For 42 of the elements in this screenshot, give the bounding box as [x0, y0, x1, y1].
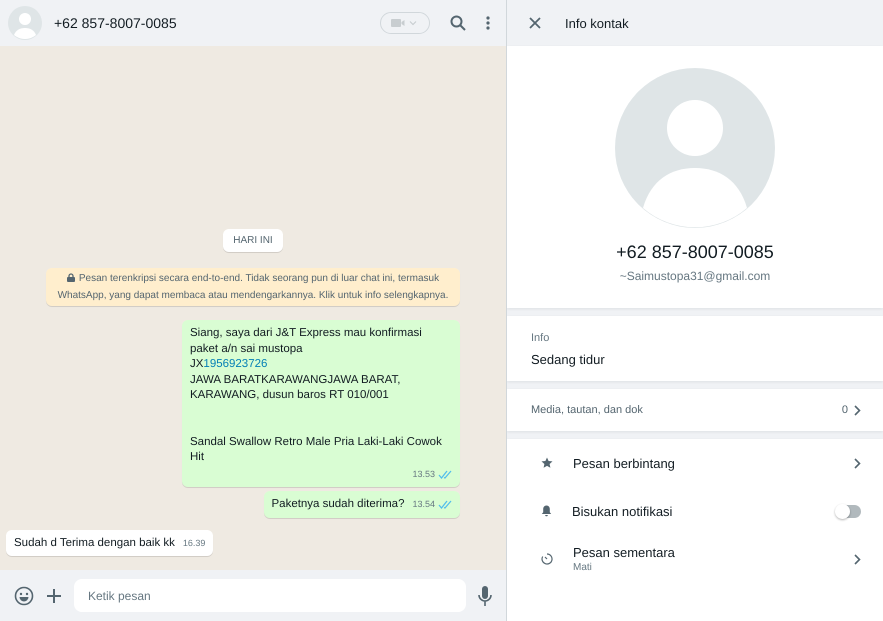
date-label: HARI INI [223, 229, 283, 252]
toggle-switch[interactable] [837, 504, 861, 518]
tracking-link[interactable]: 1956923726 [203, 358, 268, 370]
message-text: Siang, saya dari J&T Express mau konfirmasi paket a/n sai mustopa [190, 326, 423, 356]
video-camera-icon [391, 18, 419, 28]
panel-title: Info kontak [565, 16, 629, 30]
push-name: ~Saimustopa31@gmail.com [620, 269, 770, 283]
chevron-right-icon [854, 458, 861, 468]
chevron-right-icon [854, 554, 861, 564]
menu-item[interactable]: Pesan sementara [573, 545, 834, 560]
about-text: Sedang tidur [531, 352, 606, 367]
emoji-icon[interactable] [14, 586, 34, 606]
message-text: Paketnya sudah diterima? [272, 497, 404, 512]
message-time: 16.39 [182, 536, 206, 550]
message-time: 13.53 [412, 468, 435, 480]
microphone-icon[interactable] [478, 586, 492, 606]
message-text: Sandal Swallow Retro Male Pria Laki-Laki Cowok Hit [190, 434, 443, 465]
message-input[interactable]: Ketik pesan [74, 579, 466, 612]
contact-name: +62 857-8007-0085 [616, 242, 774, 263]
close-button[interactable] [529, 17, 541, 29]
plus-icon[interactable] [46, 588, 62, 604]
double-check-icon [438, 500, 452, 510]
double-check-icon [438, 470, 452, 479]
message-text: Sudah d Terima dengan baik kk [14, 536, 175, 550]
search-button[interactable] [450, 15, 466, 31]
menu-button[interactable] [486, 16, 490, 30]
bell-icon [541, 505, 552, 517]
lock-icon [66, 273, 75, 282]
message-text: JAWA BARATKARAWANGJAWA BARAT, KARAWANG, dusun baros RT 010/001 [190, 372, 402, 403]
timer-icon [541, 553, 553, 565]
menu-item[interactable]: Bisukan notifikasi [572, 504, 817, 518]
menu-item[interactable]: Pesan berbintang [573, 456, 834, 470]
chevron-right-icon [854, 404, 861, 416]
media-label[interactable]: Media, tautan, dan dok [531, 404, 842, 416]
about-label: Info [531, 332, 550, 344]
message-time: 13.54 [412, 498, 435, 511]
avatar-icon [615, 68, 775, 228]
item-subtitle: Mati [573, 562, 593, 573]
media-count: 0 [842, 404, 848, 416]
message-text: JX1956923726 [190, 357, 268, 372]
star-icon [541, 457, 553, 469]
encryption-notice[interactable]: Pesan terenkripsi secara end-to-end. Tidak seorang pun di luar chat ini, termasuk WhatsApp, yang dapat membaca atau mendengarkannya. Klik untuk info selengkapnya. [46, 268, 460, 306]
